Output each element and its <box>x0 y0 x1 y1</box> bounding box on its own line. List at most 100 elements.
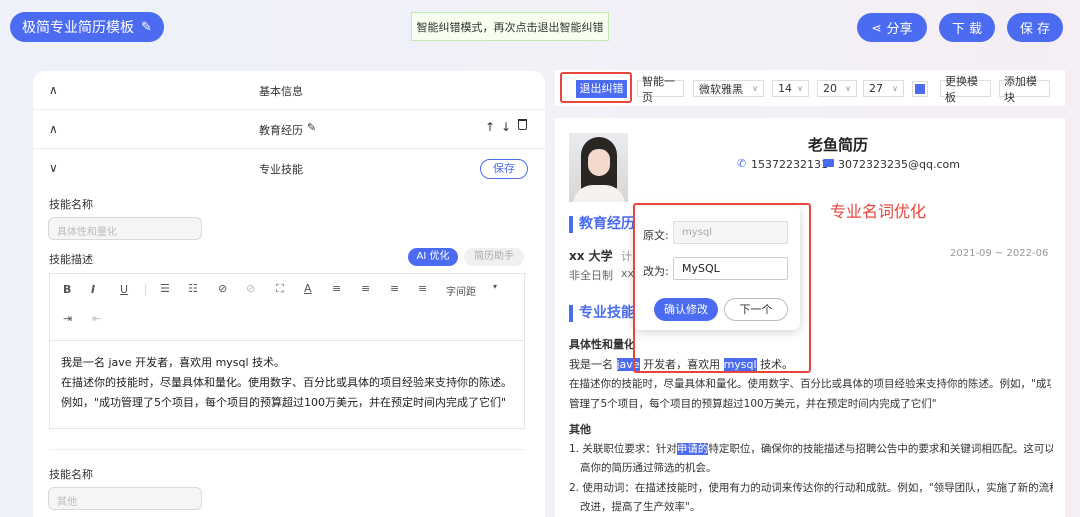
resume-phone: 15372232131 <box>751 158 828 171</box>
theme-color-swatch[interactable] <box>912 81 928 97</box>
outdent-icon[interactable]: ⇤ <box>92 312 101 325</box>
align-left-icon[interactable]: ≡ <box>332 282 341 295</box>
italic-icon[interactable]: I <box>91 283 95 296</box>
share-label: 分享 <box>886 22 913 37</box>
save-label: 保 存 <box>1019 22 1051 37</box>
chevron-up-icon[interactable]: ∧ <box>49 83 58 97</box>
chevron-down-icon: ∨ <box>797 84 803 93</box>
exit-correction-button[interactable]: 退出纠错 <box>576 80 627 98</box>
email-icon <box>823 159 834 167</box>
align-right-icon[interactable]: ≡ <box>390 282 399 295</box>
text-segment: 特定职位，确保你的技能描述与招聘公告中的要求和关键词相匹配。这可以提 <box>708 443 1053 455</box>
school-major: 计 <box>621 250 632 263</box>
highlighted-term[interactable]: 申请的 <box>676 443 709 455</box>
link-icon[interactable]: ⊘ <box>218 282 227 295</box>
font-size-value: 14 <box>778 82 792 95</box>
skill-name-input[interactable]: 其他 <box>48 487 202 510</box>
annotation-label: 专业名词优化 <box>830 202 927 221</box>
editor-line: 例如，"成功管理了5个项目，每个项目的预算超过100万美元，并在预定时间内完成了… <box>61 396 507 409</box>
editor-line: 在描述你的技能时，尽量具体和量化。使用数字、百分比或具体的项目经验来支持你的陈述… <box>61 376 512 389</box>
line-height-select[interactable]: 字间距 <box>446 283 476 298</box>
underline-icon[interactable]: U <box>120 283 128 296</box>
change-template-button[interactable]: 更换模板 <box>940 75 991 104</box>
skill-name-input[interactable]: 具体性和量化 <box>48 217 202 240</box>
section-save-button[interactable]: 保存 <box>480 159 528 179</box>
avatar <box>569 133 628 202</box>
skills-heading: 专业技能 <box>569 305 635 322</box>
avatar-face <box>588 149 610 176</box>
rich-text-editor[interactable]: B I U ☰ ☷ ⊘ ⊘ ⛶ A ≡ ≡ ≡ ≡ 字间距 ▾ ⇥ ⇤ 我是一名… <box>49 273 525 429</box>
edit-icon[interactable]: ✎ <box>307 121 316 134</box>
chevron-down-icon: ∨ <box>752 84 758 93</box>
chevron-down-icon: ∨ <box>892 84 898 93</box>
indent-icon[interactable]: ⇥ <box>63 312 72 325</box>
other-item-continued: 改进，提高了生产效率"。 <box>580 501 701 513</box>
other-item: 1. 关联职位要求：针对申请的特定职位，确保你的技能描述与招聘公告中的要求和关键… <box>569 441 1053 456</box>
chevron-down-icon: ∨ <box>845 84 851 93</box>
editor-panel: ∧ 基本信息 ∧ 教育经历 ✎ ↑ ↓ ∨ 专业技能 保存 技能名称 具体性和量… <box>33 71 545 517</box>
delete-icon[interactable] <box>518 119 527 130</box>
resume-assistant-button[interactable]: 简历助手 <box>464 248 524 266</box>
school-name: xx 大学 <box>569 249 613 263</box>
divider <box>49 449 525 450</box>
section-title: 专业技能 <box>259 163 303 176</box>
text-segment: 我是一名 <box>569 358 617 371</box>
save-button[interactable]: 保 存 <box>1007 13 1063 42</box>
bullet-list-icon[interactable]: ☰ <box>160 282 170 295</box>
ai-optimize-button[interactable]: AI 优化 <box>408 248 458 266</box>
skill-line: 管理了5个项目，每个项目的预算超过100万美元，并在预定时间内完成了它们" <box>569 398 937 410</box>
section-education[interactable]: ∧ 教育经历 ✎ ↑ ↓ <box>33 110 545 149</box>
other-item: 2. 使用动词：在描述技能时，使用有力的动词来传达你的行动和成就。例如，"领导团… <box>569 482 1053 494</box>
template-title-button[interactable]: 极简专业简历模板 ✎ <box>10 12 164 42</box>
resume-email: 3072323235@qq.com <box>838 158 960 171</box>
numbered-list-icon[interactable]: ☷ <box>188 282 198 295</box>
education-type: 非全日制 <box>569 269 613 282</box>
download-label: 下 载 <box>951 22 983 37</box>
other-item-continued: 高你的简历通过筛选的机会。 <box>580 462 717 474</box>
justify-icon[interactable]: ≡ <box>418 282 427 295</box>
font-family-select[interactable]: 微软雅黑 ∨ <box>693 80 764 97</box>
other-heading: 其他 <box>569 423 591 436</box>
fullscreen-icon[interactable]: ⛶ <box>276 282 284 296</box>
align-center-icon[interactable]: ≡ <box>361 282 370 295</box>
text-segment: 1. 关联职位要求：针对 <box>569 443 677 455</box>
move-down-icon[interactable]: ↓ <box>501 120 511 134</box>
font-size-select[interactable]: 14 ∨ <box>772 80 809 97</box>
editor-content[interactable]: 我是一名 jave 开发者，喜欢用 mysql 技术。 在描述你的技能时，尽量具… <box>50 340 524 428</box>
smart-one-page-button[interactable]: 智能一页 <box>637 75 684 104</box>
editor-line: 我是一名 jave 开发者，喜欢用 mysql 技术。 <box>61 356 286 369</box>
skill-name-label: 技能名称 <box>49 198 93 211</box>
line-spacing-value: 27 <box>869 82 883 95</box>
dropdown-arrow-icon[interactable]: ▾ <box>493 282 497 291</box>
share-icon: ⋖ <box>871 20 882 35</box>
chevron-up-icon[interactable]: ∧ <box>49 122 58 136</box>
chevron-down-icon[interactable]: ∨ <box>49 161 58 175</box>
avatar-shoulders <box>573 185 625 202</box>
move-up-icon[interactable]: ↑ <box>485 120 495 134</box>
skill-desc-label: 技能描述 <box>49 253 93 266</box>
skill-line: 在描述你的技能时，尽量具体和量化。使用数字、百分比或具体的项目经验来支持你的陈述… <box>569 378 1051 390</box>
font-color-icon[interactable]: A <box>304 282 312 295</box>
edit-icon: ✎ <box>141 19 152 35</box>
section-title: 基本信息 <box>259 85 303 98</box>
title-size-select[interactable]: 20 ∨ <box>817 80 857 97</box>
font-value: 微软雅黑 <box>699 82 743 96</box>
popup-highlight-frame <box>633 203 811 373</box>
section-title: 教育经历 <box>259 124 303 137</box>
share-button[interactable]: ⋖ 分享 <box>857 13 927 42</box>
toolbar-divider <box>145 284 146 296</box>
theme-color-fill <box>915 84 925 94</box>
unlink-icon[interactable]: ⊘ <box>246 282 255 295</box>
correction-mode-hint: 智能纠错模式，再次点击退出智能纠错 <box>411 12 609 41</box>
section-basic-info[interactable]: ∧ 基本信息 <box>33 71 545 110</box>
section-skills-header[interactable]: ∨ 专业技能 保存 <box>33 149 545 188</box>
download-button[interactable]: 下 载 <box>939 13 995 42</box>
skill-title: 具体性和量化 <box>569 338 635 351</box>
line-spacing-select[interactable]: 27 ∨ <box>863 80 904 97</box>
template-title: 极简专业简历模板 <box>22 20 135 36</box>
phone-icon: ✆ <box>737 157 747 170</box>
bold-icon[interactable]: B <box>63 283 71 296</box>
add-module-button[interactable]: 添加模块 <box>999 75 1050 104</box>
skill-name-label: 技能名称 <box>49 468 93 481</box>
resume-name: 老鱼简历 <box>808 136 869 154</box>
